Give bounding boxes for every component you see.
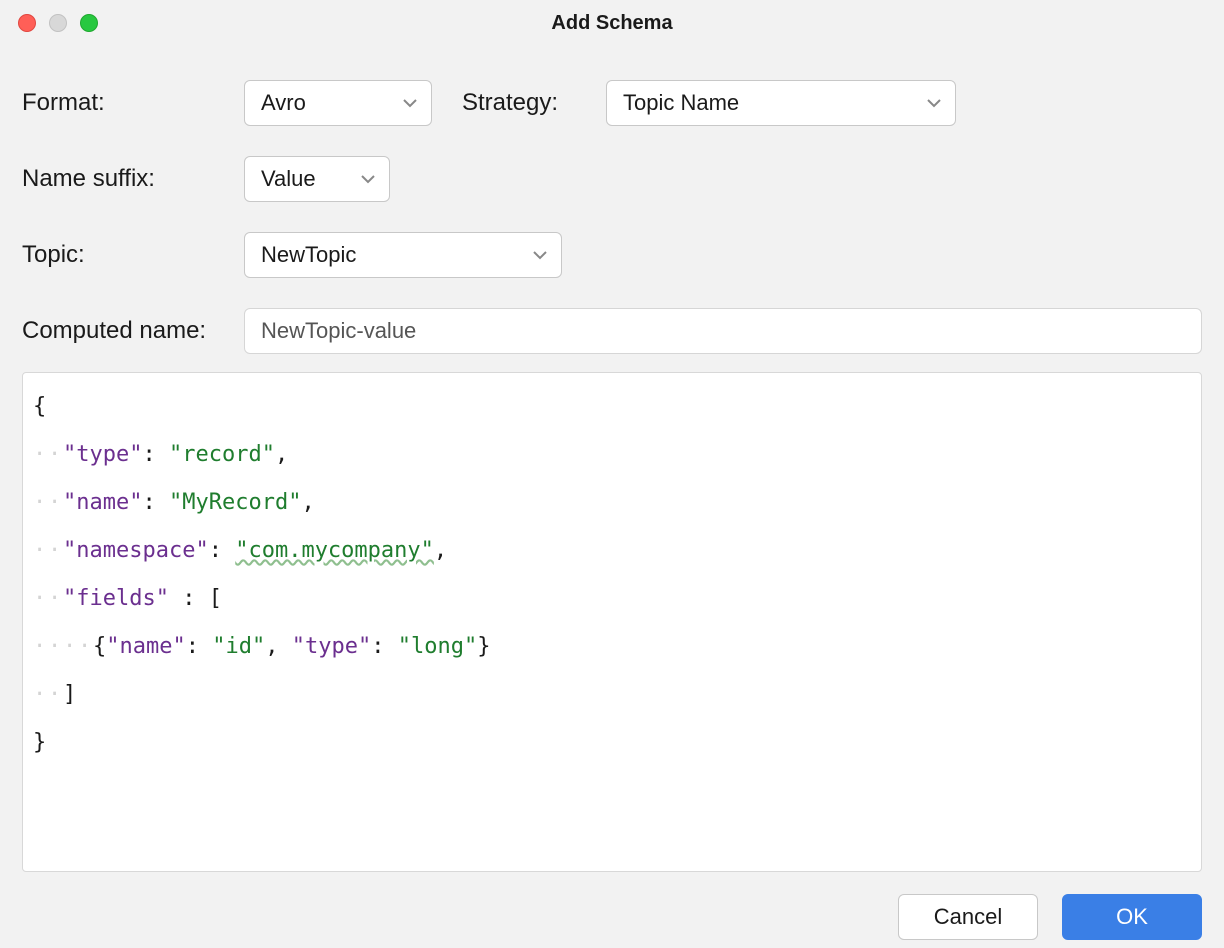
chevron-down-icon bbox=[927, 99, 941, 108]
chevron-down-icon bbox=[361, 175, 375, 184]
computed-name-value: NewTopic-value bbox=[261, 318, 416, 344]
topic-select[interactable]: NewTopic bbox=[244, 232, 562, 278]
row-computed-name: Computed name: NewTopic-value bbox=[22, 308, 1202, 354]
topic-value: NewTopic bbox=[261, 242, 356, 268]
format-label: Format: bbox=[22, 89, 244, 117]
window-title: Add Schema bbox=[0, 12, 1224, 35]
ok-button[interactable]: OK bbox=[1062, 894, 1202, 940]
schema-editor[interactable]: { ··"type": "record", ··"name": "MyRecor… bbox=[22, 372, 1202, 872]
strategy-value: Topic Name bbox=[623, 90, 739, 116]
format-select[interactable]: Avro bbox=[244, 80, 432, 126]
chevron-down-icon bbox=[533, 251, 547, 260]
row-format-strategy: Format: Avro Strategy: Topic Name bbox=[22, 80, 1202, 126]
name-suffix-label: Name suffix: bbox=[22, 165, 244, 193]
dialog-content: Format: Avro Strategy: Topic Name Name s… bbox=[0, 46, 1224, 872]
titlebar: Add Schema bbox=[0, 0, 1224, 46]
name-suffix-value: Value bbox=[261, 166, 316, 192]
row-name-suffix: Name suffix: Value bbox=[22, 156, 1202, 202]
computed-name-field[interactable]: NewTopic-value bbox=[244, 308, 1202, 354]
cancel-button[interactable]: Cancel bbox=[898, 894, 1038, 940]
chevron-down-icon bbox=[403, 99, 417, 108]
row-topic: Topic: NewTopic bbox=[22, 232, 1202, 278]
topic-label: Topic: bbox=[22, 241, 244, 269]
dialog-footer: Cancel OK bbox=[0, 872, 1224, 940]
format-value: Avro bbox=[261, 90, 306, 116]
strategy-label: Strategy: bbox=[462, 89, 606, 117]
strategy-select[interactable]: Topic Name bbox=[606, 80, 956, 126]
name-suffix-select[interactable]: Value bbox=[244, 156, 390, 202]
computed-name-label: Computed name: bbox=[22, 317, 244, 345]
